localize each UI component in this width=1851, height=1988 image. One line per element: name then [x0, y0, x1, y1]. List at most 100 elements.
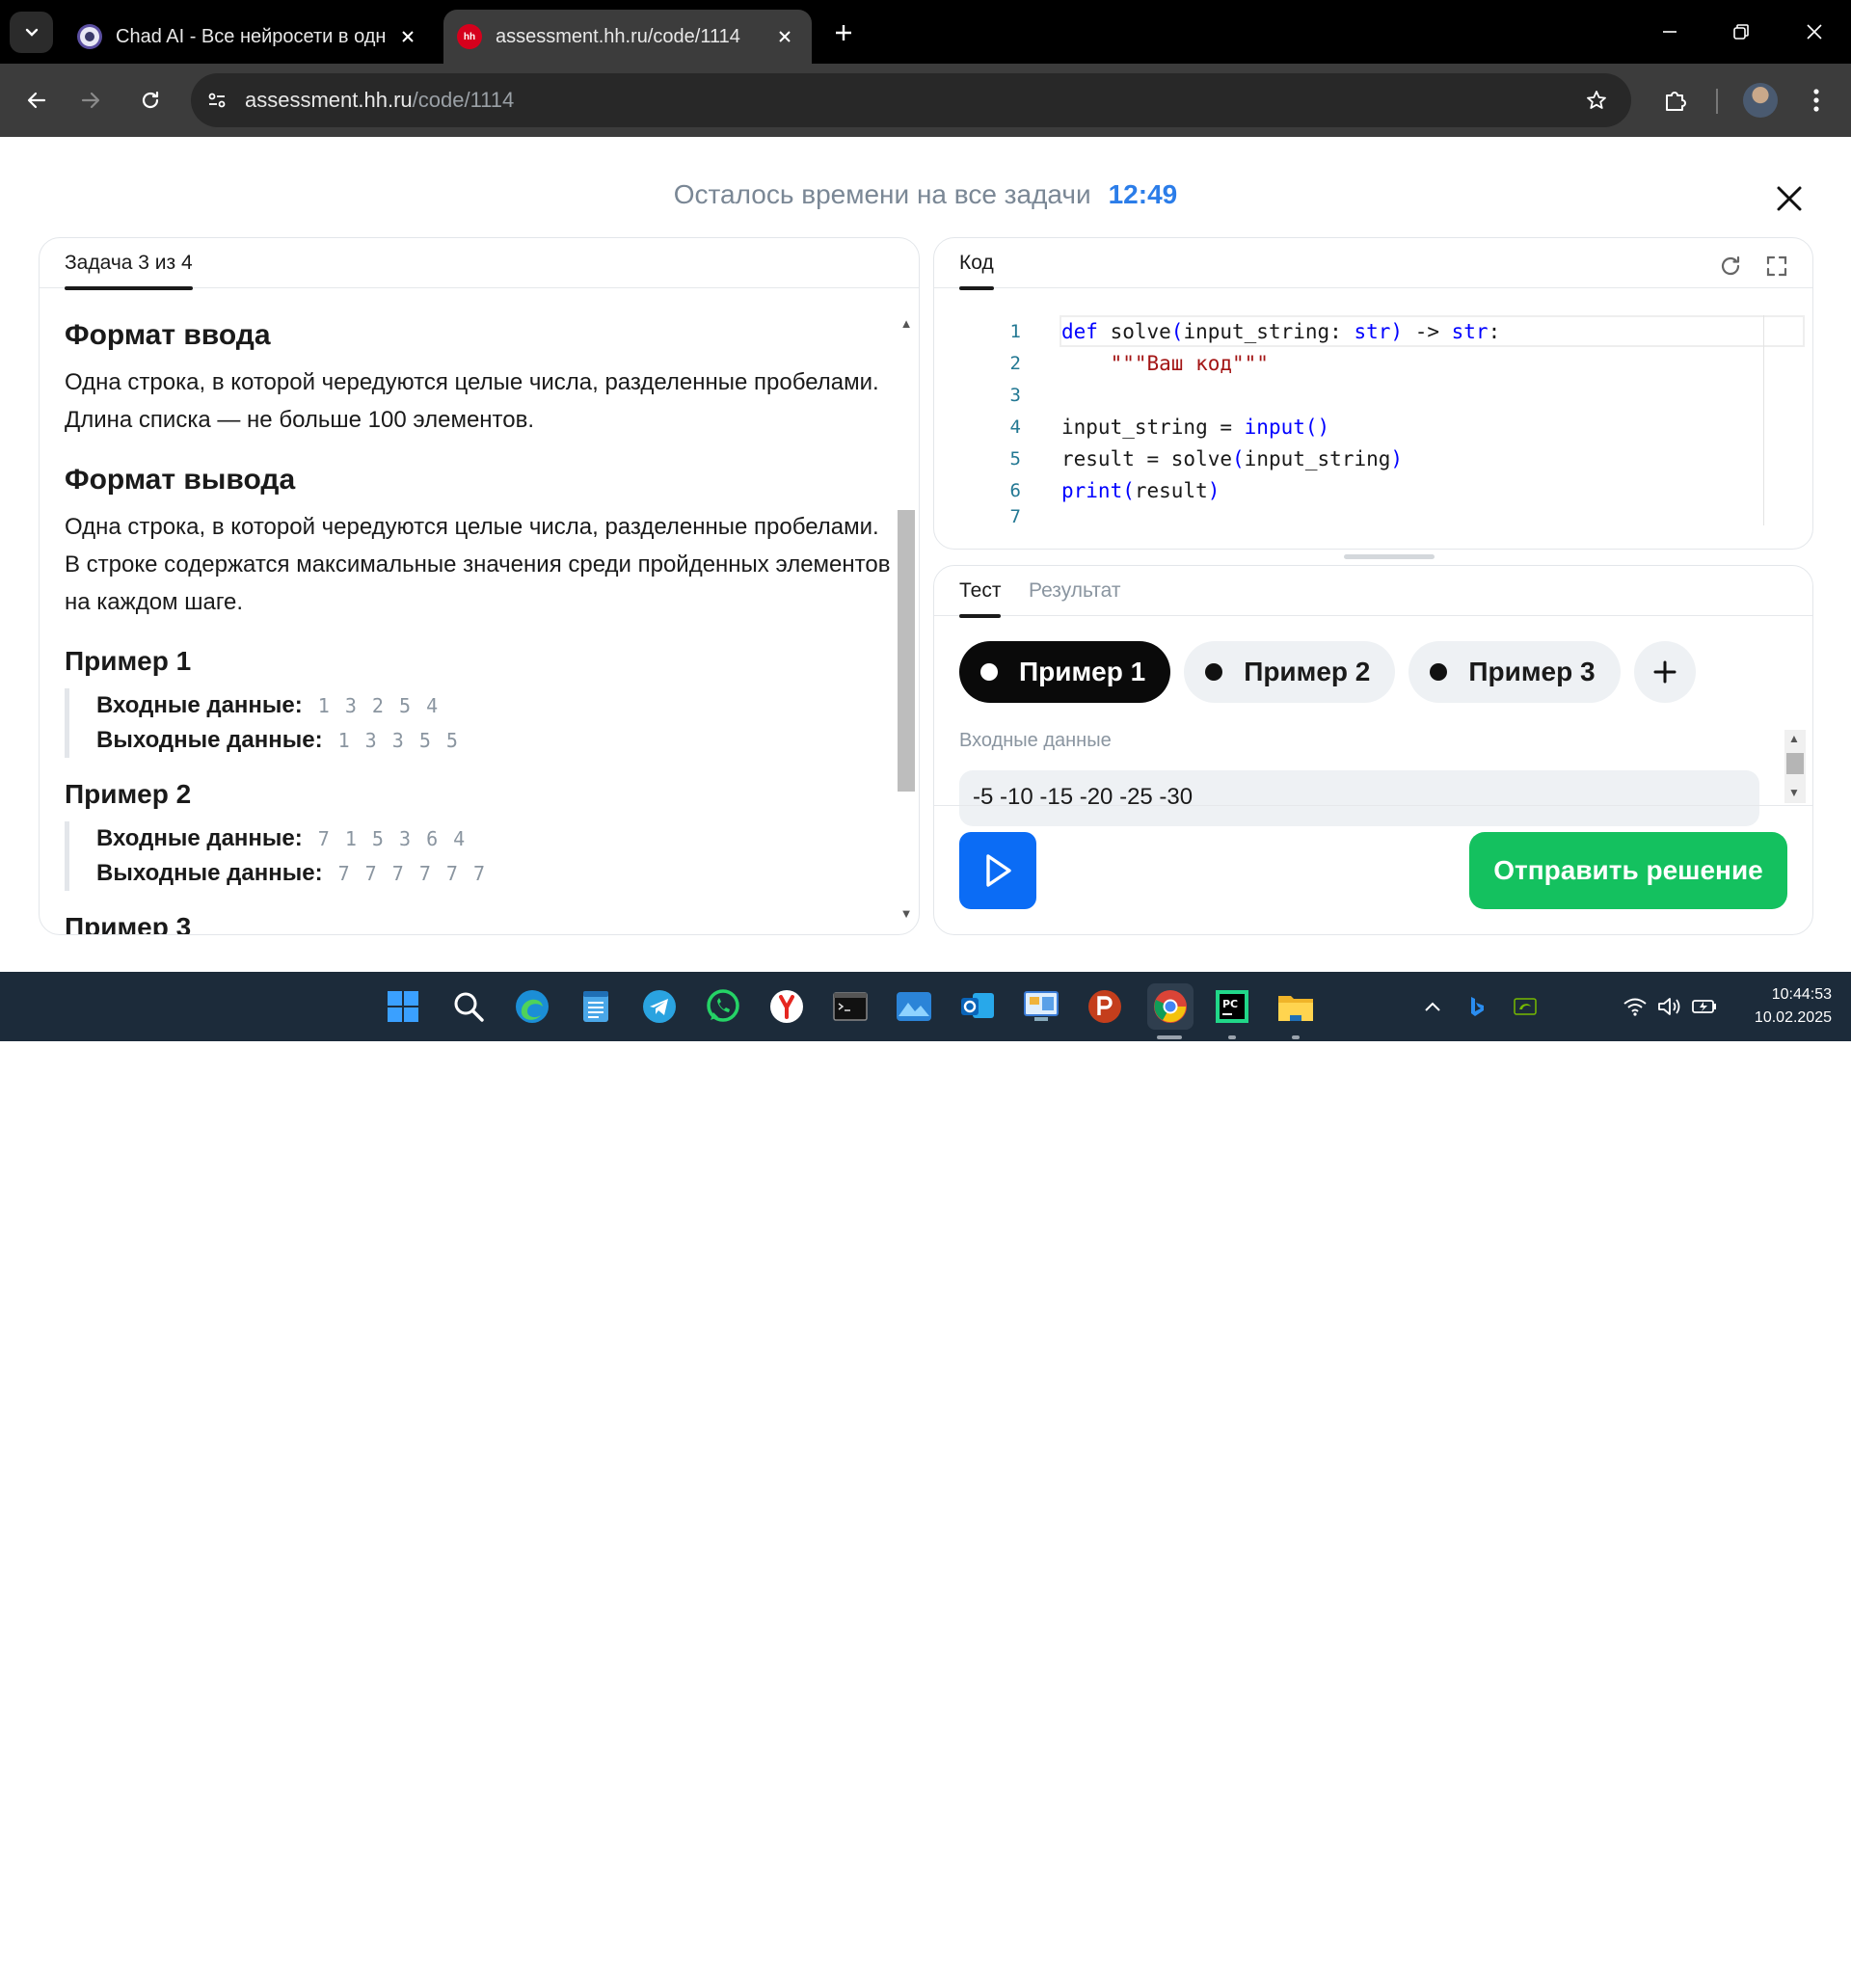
scrollbar-thumb[interactable]: [1786, 753, 1804, 774]
close-tab-icon[interactable]: [390, 19, 425, 54]
example-input-label: Входные данные:: [96, 825, 303, 851]
new-tab-button[interactable]: [826, 15, 861, 50]
example-chips: Пример 1 Пример 2 Пример 3: [959, 641, 1696, 703]
reset-code-icon[interactable]: [1716, 252, 1745, 281]
edge-icon[interactable]: [511, 985, 553, 1028]
language-indicator[interactable]: ENG: [1564, 1969, 1599, 1988]
chrome-icon[interactable]: [1147, 983, 1194, 1030]
dot-icon: [1430, 663, 1448, 681]
site-info-icon[interactable]: [197, 80, 237, 121]
test-scrollbar[interactable]: ▲ ▼: [1784, 730, 1806, 803]
plus-icon: [836, 25, 851, 40]
bookmark-star-icon[interactable]: [1579, 83, 1614, 118]
scroll-up-arrow-icon[interactable]: ▲: [899, 317, 913, 331]
time-remaining-label: Осталось времени на все задачи: [673, 179, 1091, 209]
notepad-icon[interactable]: [575, 985, 617, 1028]
example-chip-2[interactable]: Пример 2: [1184, 641, 1396, 703]
yandex-browser-icon[interactable]: [765, 985, 808, 1028]
example-input-row: Входные данные: 1 3 2 5 4: [96, 688, 894, 723]
input-format-text: Одна строка, в которой чередуются целые …: [65, 369, 879, 433]
system-clock[interactable]: 10:44:53 10.02.2025: [1735, 983, 1832, 1030]
telegram-icon[interactable]: [638, 985, 681, 1028]
search-icon[interactable]: [447, 985, 490, 1028]
tab-code[interactable]: Код: [959, 252, 994, 290]
pycharm-running-indicator: [1228, 1035, 1236, 1039]
close-tab-icon[interactable]: [767, 19, 802, 54]
panel-resize-handle[interactable]: [1344, 554, 1435, 559]
line-number: 4: [1009, 416, 1021, 438]
test-input-field[interactable]: -5 -10 -15 -20 -25 -30: [959, 770, 1759, 826]
close-icon: [1777, 186, 1802, 211]
file-explorer-icon[interactable]: [1274, 985, 1317, 1028]
run-tests-button[interactable]: [959, 832, 1036, 909]
fullscreen-icon[interactable]: [1762, 252, 1791, 281]
line-number: 5: [1009, 447, 1021, 470]
task-scrollbar[interactable]: ▲ ▼: [896, 317, 917, 925]
back-button[interactable]: [17, 81, 56, 120]
example-output-row: Выходные данные: 1 3 3 5 5: [96, 723, 894, 758]
code-editor[interactable]: 1 def solve(input_string: str) -> str: 2…: [934, 315, 1812, 537]
wifi-icon[interactable]: [1616, 985, 1654, 1028]
test-input-value: -5 -10 -15 -20 -25 -30: [973, 784, 1194, 810]
example-output-value: 1 3 3 5 5: [337, 729, 460, 752]
photos-icon[interactable]: [893, 985, 935, 1028]
browser-menu-button[interactable]: [1797, 81, 1836, 120]
address-bar[interactable]: assessment.hh.ru/code/1114: [191, 73, 1631, 127]
scroll-down-arrow-icon[interactable]: ▼: [1788, 786, 1800, 799]
example-title: Пример 1: [65, 646, 192, 676]
example-chip-1[interactable]: Пример 1: [959, 641, 1171, 703]
bing-icon[interactable]: [1458, 985, 1496, 1028]
kebab-menu-icon: [1813, 89, 1819, 112]
tab-test[interactable]: Тест: [959, 579, 1002, 618]
profile-avatar[interactable]: [1743, 83, 1778, 118]
code-line: 3: [934, 379, 1061, 411]
submit-solution-button[interactable]: Отправить решение: [1469, 832, 1787, 909]
restore-window-button[interactable]: [1712, 10, 1770, 54]
minimize-window-button[interactable]: [1641, 10, 1699, 54]
scroll-up-arrow-icon[interactable]: ▲: [1788, 732, 1800, 745]
whatsapp-icon[interactable]: [702, 985, 744, 1028]
example-output-value: 7 7 7 7 7 7: [337, 862, 488, 885]
chip-label: Пример 3: [1468, 657, 1596, 686]
pycharm-icon[interactable]: PC: [1211, 985, 1253, 1028]
chad-ai-favicon-icon: [77, 24, 102, 49]
forward-button[interactable]: [71, 81, 110, 120]
scrollbar-thumb[interactable]: [898, 510, 915, 792]
line-number: 3: [1009, 384, 1021, 406]
show-hidden-icons-chevron-up-icon[interactable]: [1413, 985, 1452, 1028]
example-block: Входные данные: 7 1 5 3 6 4 Выходные данн…: [65, 821, 894, 891]
clock-time: 10:44:53: [1771, 986, 1832, 1003]
dot-icon: [1205, 663, 1223, 681]
reload-button[interactable]: [131, 81, 170, 120]
chrome-running-indicator: [1157, 1035, 1182, 1039]
task-tabs: Задача 3 из 4: [40, 238, 919, 290]
code-line: 7: [934, 506, 1061, 527]
extensions-button[interactable]: [1656, 81, 1695, 120]
terminal-icon[interactable]: [829, 985, 872, 1028]
close-assessment-button[interactable]: [1776, 179, 1803, 218]
tab-result[interactable]: Результат: [1029, 579, 1121, 603]
example-chip-3[interactable]: Пример 3: [1408, 641, 1621, 703]
volume-icon[interactable]: [1650, 985, 1689, 1028]
tab-search-dropdown-button[interactable]: [10, 12, 53, 53]
scroll-down-arrow-icon[interactable]: ▼: [899, 907, 913, 921]
example-title: Пример 2: [65, 779, 192, 809]
plus-icon: [1653, 660, 1677, 684]
tab-chad-ai[interactable]: Chad AI - Все нейросети в одн: [64, 10, 435, 64]
arrow-right-icon: [81, 92, 100, 109]
tab-assessment[interactable]: hh assessment.hh.ru/code/1114: [443, 10, 812, 64]
add-example-button[interactable]: [1633, 641, 1696, 703]
battery-charging-icon[interactable]: [1685, 985, 1724, 1028]
control-panel-icon[interactable]: [1020, 985, 1062, 1028]
tab-task-3[interactable]: Задача 3 из 4: [65, 252, 193, 290]
close-window-button[interactable]: [1785, 10, 1843, 54]
code-tools: [1716, 252, 1791, 281]
nvidia-icon[interactable]: [1506, 985, 1544, 1028]
editor-ruler: [1763, 315, 1764, 525]
arrow-left-icon: [27, 92, 46, 109]
windows-start-icon[interactable]: [382, 985, 424, 1028]
line-number: 2: [1009, 352, 1021, 374]
powerpoint-icon[interactable]: [1084, 985, 1126, 1028]
outlook-icon[interactable]: [956, 985, 999, 1028]
play-icon: [986, 854, 1011, 887]
